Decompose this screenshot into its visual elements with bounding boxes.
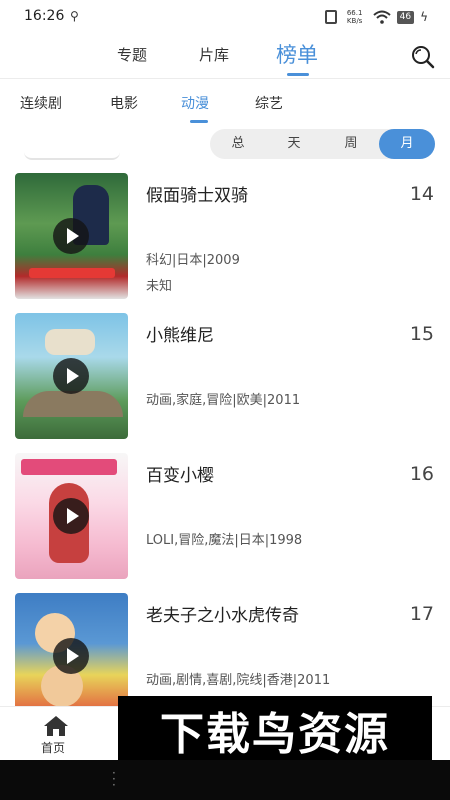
play-icon[interactable] — [53, 638, 89, 674]
category-indicator — [190, 120, 208, 123]
status-indicators: 66.1 KB/s 46 ϟ — [324, 8, 428, 26]
item-rank: 14 — [409, 183, 434, 205]
item-title: 老夫子之小水虎传奇 — [146, 606, 299, 626]
play-icon[interactable] — [53, 358, 89, 394]
item-meta: 动画,家庭,冒险|欧美|2011 — [146, 393, 301, 408]
item-rank: 16 — [409, 463, 434, 485]
poster-logo — [21, 459, 117, 475]
previous-item-edge — [24, 152, 120, 160]
poster-logo — [29, 268, 115, 278]
item-status: 未知 — [146, 279, 173, 294]
list-item[interactable]: 小熊维尼 15 动画,家庭,冒险|欧美|2011 — [0, 313, 450, 443]
poster-image[interactable] — [15, 453, 128, 579]
poster-image[interactable] — [15, 173, 128, 299]
home-icon[interactable] — [42, 715, 70, 737]
tab-indicator — [287, 73, 309, 76]
play-icon[interactable] — [53, 218, 89, 254]
nav-home-label[interactable]: 首页 — [41, 739, 65, 756]
status-bar: 16:26 ⚲ 66.1 KB/s 46 ϟ — [0, 0, 450, 34]
vibrate-icon — [324, 10, 337, 24]
period-filter: 总 天 周 月 — [210, 129, 435, 159]
poster-logo — [45, 329, 95, 355]
poster-image[interactable] — [15, 313, 128, 439]
menu-icon[interactable]: · · · — [112, 767, 116, 791]
top-nav: 专题 片库 榜单 — [0, 34, 450, 78]
item-meta: LOLI,冒险,魔法|日本|1998 — [146, 533, 303, 548]
tab-rankings[interactable]: 榜单 — [276, 39, 318, 69]
category-tab-variety[interactable]: 综艺 — [255, 93, 283, 113]
item-meta: 科幻|日本|2009 — [146, 253, 240, 268]
status-time: 16:26 — [24, 8, 65, 24]
item-title: 百变小樱 — [146, 466, 214, 486]
category-tab-anime[interactable]: 动漫 — [181, 93, 209, 113]
play-icon[interactable] — [53, 498, 89, 534]
item-title: 小熊维尼 — [146, 326, 214, 346]
item-title: 假面骑士双骑 — [146, 186, 248, 206]
search-icon[interactable] — [410, 44, 436, 70]
system-nav-bar: · · · — [0, 760, 450, 800]
poster-bridge — [23, 391, 123, 417]
period-week[interactable]: 周 — [323, 129, 379, 159]
tab-library[interactable]: 片库 — [199, 44, 229, 65]
period-day[interactable]: 天 — [266, 129, 322, 159]
item-rank: 15 — [409, 323, 434, 345]
item-meta: 动画,剧情,喜剧,院线|香港|2011 — [146, 673, 331, 688]
usb-icon: ⚲ — [70, 9, 79, 23]
category-tabs: 连续剧 电影 动漫 综艺 — [0, 80, 450, 124]
list-item[interactable]: 假面骑士双骑 14 科幻|日本|2009 未知 — [0, 173, 450, 303]
list-item[interactable]: 百变小樱 16 LOLI,冒险,魔法|日本|1998 — [0, 453, 450, 583]
charging-icon: ϟ — [420, 10, 428, 24]
category-tab-movies[interactable]: 电影 — [110, 93, 138, 113]
net-speed: 66.1 KB/s — [346, 9, 363, 25]
period-month[interactable]: 月 — [379, 129, 435, 159]
category-tab-series[interactable]: 连续剧 — [20, 93, 62, 113]
header-divider — [0, 78, 450, 79]
item-rank: 17 — [409, 603, 434, 625]
tab-topics[interactable]: 专题 — [117, 44, 147, 65]
wifi-icon — [372, 10, 391, 24]
signal-badge: 46 — [396, 10, 415, 24]
period-total[interactable]: 总 — [210, 129, 266, 159]
poster-image[interactable] — [15, 593, 128, 719]
